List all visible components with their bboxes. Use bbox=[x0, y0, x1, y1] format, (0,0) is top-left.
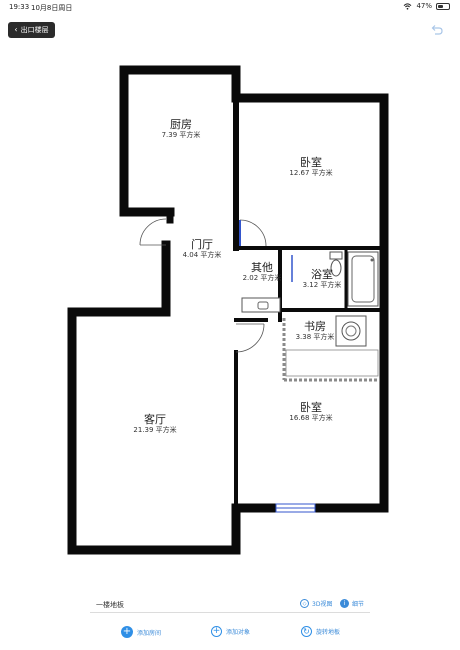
sink-icon bbox=[241, 297, 281, 313]
room-area: 4.04 平方米 bbox=[182, 251, 222, 259]
room-name: 其他 bbox=[251, 261, 273, 274]
room-bedroom-1[interactable]: 卧室 12.67 平方米 bbox=[289, 156, 332, 178]
details-label: 细节 bbox=[352, 601, 365, 608]
room-bathroom[interactable]: 浴室 3.12 平方米 bbox=[303, 268, 342, 290]
room-area: 21.39 平方米 bbox=[133, 426, 177, 434]
info-icon: i bbox=[340, 599, 349, 608]
view-3d-label: 3D视图 bbox=[312, 601, 333, 608]
view-3d-button[interactable]: ◇ 3D视图 bbox=[300, 599, 332, 608]
room-area: 3.38 平方米 bbox=[295, 333, 335, 341]
desk bbox=[285, 349, 379, 377]
plus-icon: + bbox=[121, 626, 133, 638]
rotate-floor-label: 旋转地板 bbox=[316, 629, 341, 636]
room-kitchen[interactable]: 厨房 7.39 平方米 bbox=[162, 118, 201, 140]
room-area: 16.68 平方米 bbox=[289, 414, 333, 422]
washing-machine-icon bbox=[335, 315, 367, 347]
room-area: 12.67 平方米 bbox=[289, 169, 333, 177]
add-room-label: 添加房间 bbox=[137, 629, 162, 637]
cube-icon: ◇ bbox=[300, 599, 309, 608]
rotate-icon: ↻ bbox=[301, 626, 312, 637]
room-name: 卧室 bbox=[299, 401, 322, 414]
room-area: 7.39 平方米 bbox=[161, 131, 201, 139]
room-other[interactable]: 其他 2.02 平方米 bbox=[243, 261, 282, 283]
add-object-button[interactable]: + 添加对象 bbox=[211, 626, 250, 637]
room-area: 3.12 平方米 bbox=[302, 281, 342, 289]
room-name: 厨房 bbox=[170, 118, 192, 131]
bathtub-icon bbox=[347, 251, 379, 307]
room-name: 浴室 bbox=[311, 268, 333, 281]
room-hall[interactable]: 门厅 4.04 平方米 bbox=[183, 238, 222, 260]
room-name: 卧室 bbox=[299, 156, 322, 169]
divider bbox=[90, 612, 370, 613]
details-button[interactable]: i 细节 bbox=[340, 599, 364, 608]
room-name: 书房 bbox=[304, 320, 326, 333]
room-name: 门厅 bbox=[191, 238, 213, 251]
floor-plan[interactable] bbox=[0, 0, 460, 650]
room-bedroom-2[interactable]: 卧室 16.68 平方米 bbox=[289, 401, 332, 423]
add-room-button[interactable]: + 添加房间 bbox=[121, 626, 161, 638]
room-study[interactable]: 书房 3.38 平方米 bbox=[296, 320, 335, 342]
room-living[interactable]: 客厅 21.39 平方米 bbox=[133, 413, 176, 435]
add-object-label: 添加对象 bbox=[226, 629, 251, 636]
rotate-floor-button[interactable]: ↻ 旋转地板 bbox=[301, 626, 340, 637]
plus-circle-icon: + bbox=[211, 626, 222, 637]
floor-name[interactable]: 一楼地板 bbox=[96, 600, 124, 610]
room-area: 2.02 平方米 bbox=[242, 274, 282, 282]
room-name: 客厅 bbox=[143, 413, 166, 426]
